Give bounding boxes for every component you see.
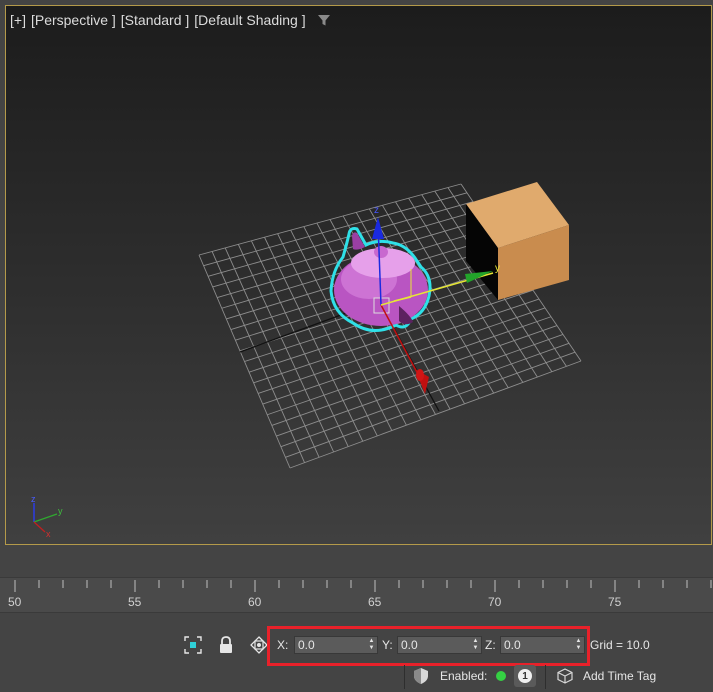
x-coord-label: X: — [277, 638, 289, 652]
z-coord-input[interactable]: 0.0 ▲ ▼ — [500, 636, 585, 654]
box-object[interactable] — [466, 182, 569, 300]
grid-size-label: Grid = 10.0 — [590, 638, 650, 652]
isolate-selection-icon[interactable] — [183, 635, 203, 655]
timeline-ruler[interactable]: 50 55 60 65 70 75 — [0, 577, 713, 613]
grid-line — [289, 360, 582, 469]
ruler-tick-label: 75 — [608, 595, 622, 609]
tripod-y-label: y — [58, 506, 63, 516]
separator — [545, 665, 546, 689]
badge-count: 1 — [518, 669, 532, 683]
ruler-tick-label: 70 — [488, 595, 502, 609]
gizmo-z-label: z — [374, 205, 379, 216]
gizmo-y-label: y — [495, 263, 500, 274]
ruler-tick-label: 50 — [8, 595, 22, 609]
y-coord-label: Y: — [382, 638, 393, 652]
enabled-status-indicator — [496, 671, 506, 681]
adaptive-degradation-icon[interactable] — [411, 666, 431, 686]
time-tag-icon[interactable] — [555, 666, 575, 686]
ruler-tick-label: 55 — [128, 595, 142, 609]
z-coord-label: Z: — [485, 638, 496, 652]
scene-canvas[interactable]: z y z y x — [6, 6, 712, 545]
y-coord-input[interactable]: 0.0 ▲ ▼ — [397, 636, 482, 654]
ruler-tick-label: 60 — [248, 595, 262, 609]
add-time-tag-button[interactable]: Add Time Tag — [583, 669, 656, 683]
tripod-x-label: x — [46, 529, 51, 539]
x-coord-input[interactable]: 0.0 ▲ ▼ — [294, 636, 378, 654]
z-coord-spinner[interactable]: ▲ ▼ — [575, 638, 582, 652]
tripod-z-label: z — [31, 494, 36, 504]
x-coord-spinner[interactable]: ▲ ▼ — [368, 638, 375, 652]
axis-tripod: z y x — [31, 494, 63, 539]
selection-lock-icon[interactable] — [216, 635, 236, 655]
selection-count-badge[interactable]: 1 — [514, 665, 536, 687]
enabled-label: Enabled: — [440, 669, 488, 683]
ruler-tick-label: 65 — [368, 595, 382, 609]
perspective-viewport[interactable]: [+] [Perspective ] [Standard ] [Default … — [5, 5, 712, 545]
ruler-ticks — [14, 580, 712, 592]
y-coord-spinner[interactable]: ▲ ▼ — [472, 638, 479, 652]
separator — [404, 665, 405, 689]
absolute-mode-transform-icon[interactable] — [249, 635, 269, 655]
